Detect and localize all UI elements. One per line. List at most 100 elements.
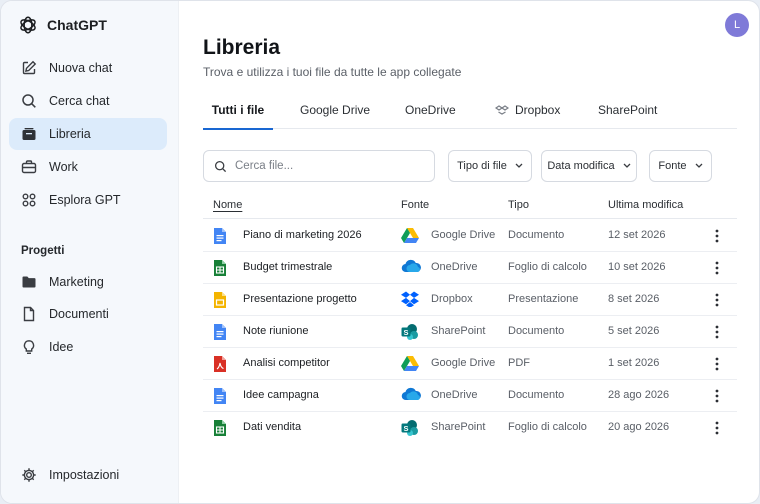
file-modified: 12 set 2026 [608, 229, 666, 241]
chatgpt-logo-icon [20, 16, 36, 34]
column-header-source[interactable]: Fonte [401, 199, 429, 211]
file-type: Foglio di calcolo [508, 421, 587, 433]
file-name: Note riunione [243, 325, 309, 337]
kebab-menu-icon [715, 389, 719, 403]
chevron-down-icon [515, 163, 523, 168]
filter-label: Fonte [658, 160, 687, 172]
google-doc-icon [214, 228, 226, 244]
spreadsheet-icon [214, 260, 226, 276]
library-icon [22, 128, 36, 140]
sidebar-item-search-chat[interactable]: Cerca chat [9, 85, 167, 117]
pdf-icon [214, 356, 226, 372]
more-options-button[interactable] [707, 386, 727, 406]
folder-icon [22, 276, 36, 288]
tab-label: Tutti i file [211, 103, 265, 117]
column-header-type[interactable]: Tipo [508, 199, 529, 211]
table-row[interactable]: Idee campagna OneDrive Documento 28 ago … [203, 380, 737, 412]
sidebar-item-label: Documenti [49, 307, 109, 321]
file-name: Budget trimestrale [243, 261, 333, 273]
table-row[interactable]: Dati vendita S SharePoint Foglio di calc… [203, 412, 737, 444]
table-row[interactable]: Note riunione S SharePoint Documento 5 s… [203, 316, 737, 348]
kebab-menu-icon [715, 261, 719, 275]
google-drive-icon [401, 356, 419, 371]
file-type-filter[interactable]: Tipo di file [448, 150, 532, 182]
sidebar-item-new-chat[interactable]: Nuova chat [9, 52, 167, 84]
filter-label: Tipo di file [457, 160, 507, 172]
more-options-button[interactable] [707, 258, 727, 278]
presentation-icon [214, 292, 226, 308]
search-input[interactable] [235, 160, 415, 172]
search-icon [214, 160, 227, 172]
file-source: OneDrive [431, 389, 478, 401]
google-doc-icon [214, 324, 226, 340]
search-icon [22, 94, 36, 108]
spreadsheet-icon [214, 420, 226, 436]
app-name: ChatGPT [47, 17, 107, 33]
kebab-menu-icon [715, 421, 719, 435]
sidebar: ChatGPT Nuova chat Cerca chat Libreria W… [1, 1, 179, 503]
kebab-menu-icon [715, 325, 719, 339]
brand[interactable]: ChatGPT [17, 13, 107, 37]
more-options-button[interactable] [707, 226, 727, 246]
sidebar-project-documenti[interactable]: Documenti [9, 298, 167, 330]
file-source: SharePoint [431, 421, 486, 433]
document-icon [23, 306, 35, 322]
sidebar-item-label: Esplora GPT [49, 193, 121, 207]
file-source: OneDrive [431, 261, 478, 273]
edit-icon [22, 60, 37, 75]
sidebar-project-marketing[interactable]: Marketing [9, 266, 167, 298]
sidebar-item-settings[interactable]: Impostazioni [9, 459, 167, 491]
kebab-menu-icon [715, 357, 719, 371]
file-name: Piano di marketing 2026 [243, 229, 362, 241]
file-search[interactable] [203, 150, 435, 182]
file-type: PDF [508, 357, 530, 369]
file-source: Google Drive [431, 357, 496, 369]
user-avatar[interactable]: L [725, 13, 749, 37]
sidebar-item-label: Nuova chat [49, 61, 113, 75]
main-content: L Libreria Trova e utilizza i tuoi file … [179, 1, 759, 503]
sidebar-project-idee[interactable]: Idee [9, 331, 167, 363]
column-header-modified[interactable]: Ultima modifica [608, 199, 683, 211]
tab-onedrive[interactable]: OneDrive [405, 91, 456, 129]
sidebar-item-work[interactable]: Work [9, 151, 167, 183]
sidebar-item-library[interactable]: Libreria [9, 118, 167, 150]
file-modified: 28 ago 2026 [608, 389, 670, 401]
more-options-button[interactable] [707, 354, 727, 374]
grid-icon [22, 193, 36, 207]
table-row[interactable]: Analisi competitor Google Drive PDF 1 se… [203, 348, 737, 380]
file-modified: 5 set 2026 [608, 325, 660, 337]
chevron-down-icon [695, 163, 703, 168]
table-row[interactable]: Presentazione progetto Dropbox Presentaz… [203, 284, 737, 316]
projects-heading: Progetti [21, 245, 65, 257]
tab-label: Google Drive [300, 103, 371, 117]
file-type: Documento [508, 325, 565, 337]
tab-all-files[interactable]: Tutti i file [203, 91, 273, 130]
onedrive-icon [401, 387, 421, 401]
more-options-button[interactable] [707, 322, 727, 342]
table-row[interactable]: Piano di marketing 2026 Google Drive Doc… [203, 220, 737, 252]
sharepoint-icon: S [401, 420, 418, 436]
sharepoint-icon: S [401, 324, 418, 340]
file-type: Documento [508, 229, 565, 241]
more-options-button[interactable] [707, 290, 727, 310]
sidebar-item-explore-gpt[interactable]: Esplora GPT [9, 184, 167, 216]
source-filter[interactable]: Fonte [649, 150, 712, 182]
page-title: Libreria [203, 36, 281, 59]
file-modified: 10 set 2026 [608, 261, 666, 273]
more-options-button[interactable] [707, 418, 727, 438]
file-modified: 20 ago 2026 [608, 421, 670, 433]
column-header-name[interactable]: Nome [213, 199, 242, 211]
file-type: Documento [508, 389, 565, 401]
filter-label: Data modifica [547, 160, 615, 172]
modified-date-filter[interactable]: Data modifica [541, 150, 637, 182]
sidebar-item-label: Work [49, 160, 78, 174]
tab-label: Dropbox [515, 103, 561, 117]
tab-label: OneDrive [405, 103, 456, 117]
tab-google-drive[interactable]: Google Drive [300, 91, 370, 129]
tab-sharepoint[interactable]: SharePoint [598, 91, 657, 129]
svg-text:S: S [403, 424, 408, 433]
svg-text:S: S [403, 328, 408, 337]
tab-dropbox[interactable]: Dropbox [495, 91, 560, 129]
table-row[interactable]: Budget trimestrale OneDrive Foglio di ca… [203, 252, 737, 284]
app-window: ChatGPT Nuova chat Cerca chat Libreria W… [0, 0, 760, 504]
